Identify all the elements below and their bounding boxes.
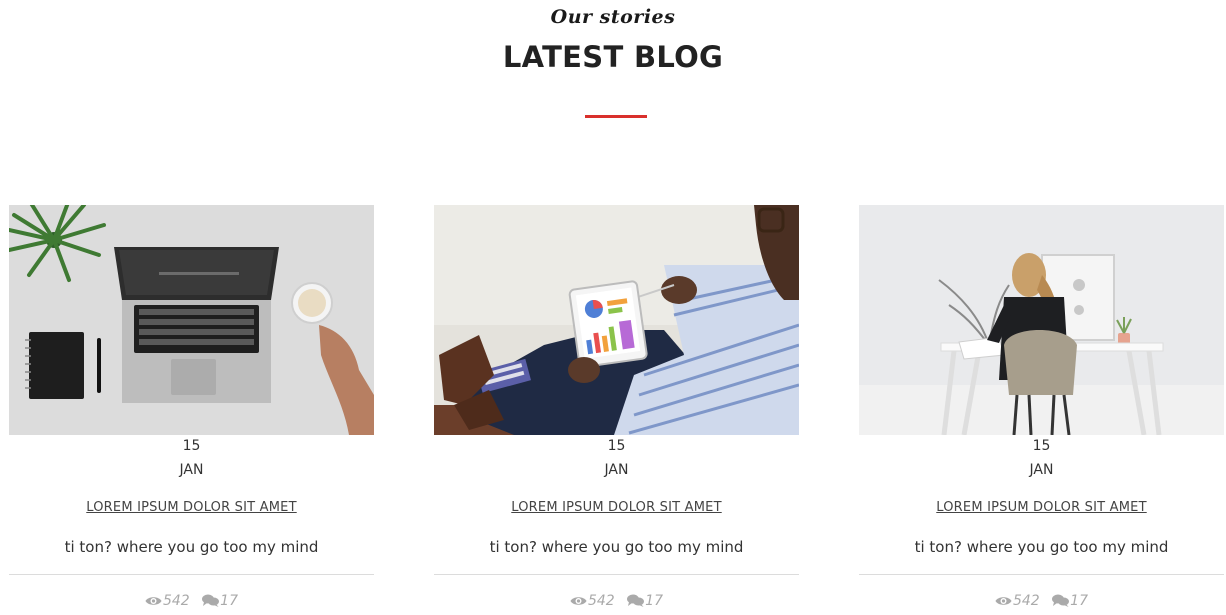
laptop-photo [9, 205, 374, 435]
post-date-day: 15 [607, 438, 626, 454]
comments-stat: 17 [627, 593, 663, 609]
post-title-link[interactable]: LOREM IPSUM DOLOR SIT AMET [859, 500, 1224, 515]
tablet-photo [434, 205, 799, 435]
section-subtitle: Our stories [550, 6, 676, 28]
post-title-link[interactable]: LOREM IPSUM DOLOR SIT AMET [434, 500, 799, 515]
post-title-link[interactable]: LOREM IPSUM DOLOR SIT AMET [9, 500, 374, 515]
post-excerpt: ti ton? where you go too my mind [914, 538, 1169, 556]
blog-card: 15 JAN LOREM IPSUM DOLOR SIT AMET ti ton… [859, 205, 1224, 615]
desk-photo [859, 205, 1224, 435]
post-date-day: 15 [1032, 438, 1051, 454]
card-divider [859, 574, 1224, 575]
comments-stat: 17 [202, 593, 238, 609]
post-stats: 542 17 [859, 593, 1224, 609]
title-divider [585, 115, 647, 118]
card-divider [434, 574, 799, 575]
views-stat: 542 [570, 593, 615, 609]
post-date-month: JAN [179, 462, 204, 478]
post-date-month: JAN [1029, 462, 1054, 478]
views-count: 542 [1012, 593, 1040, 609]
comments-icon [202, 594, 220, 607]
comments-count: 17 [220, 593, 238, 609]
eye-icon [995, 597, 1012, 605]
comments-stat: 17 [1052, 593, 1088, 609]
post-excerpt: ti ton? where you go too my mind [489, 538, 744, 556]
views-stat: 542 [145, 593, 190, 609]
eye-icon [145, 597, 162, 605]
post-excerpt: ti ton? where you go too my mind [64, 538, 319, 556]
post-image-tablet[interactable] [434, 205, 799, 435]
blog-section: Our stories LATEST BLOG 15 JAN LOREM IPS… [0, 0, 1226, 615]
comments-count: 17 [645, 593, 663, 609]
post-image-desk[interactable] [859, 205, 1224, 435]
eye-icon [570, 597, 587, 605]
section-title: LATEST BLOG [502, 40, 724, 74]
comments-icon [627, 594, 645, 607]
views-count: 542 [162, 593, 190, 609]
comments-count: 17 [1070, 593, 1088, 609]
comments-icon [1052, 594, 1070, 607]
post-date-day: 15 [182, 438, 201, 454]
blog-card: 15 JAN LOREM IPSUM DOLOR SIT AMET ti ton… [9, 205, 374, 615]
card-divider [9, 574, 374, 575]
post-date-month: JAN [604, 462, 629, 478]
post-stats: 542 17 [434, 593, 799, 609]
blog-card: 15 JAN LOREM IPSUM DOLOR SIT AMET ti ton… [434, 205, 799, 615]
views-count: 542 [587, 593, 615, 609]
views-stat: 542 [995, 593, 1040, 609]
post-image-laptop[interactable] [9, 205, 374, 435]
post-stats: 542 17 [9, 593, 374, 609]
